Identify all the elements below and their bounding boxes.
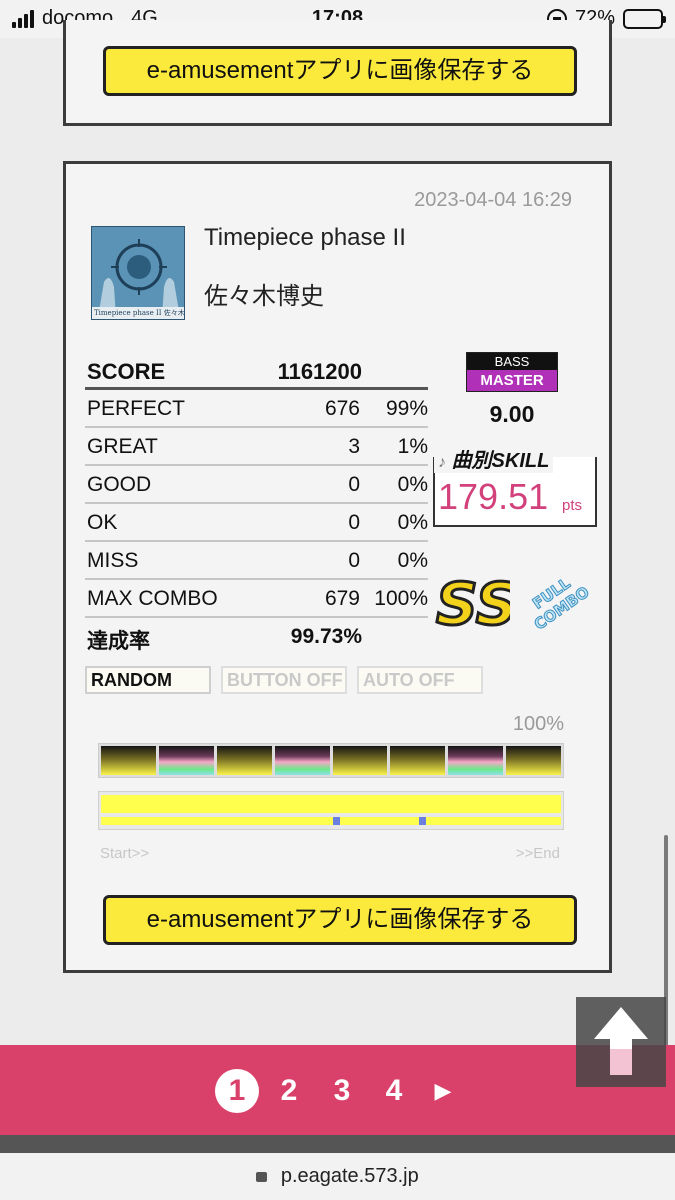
jacket-caption: Timepiece phase II 佐々木博史 [94, 309, 185, 317]
judgement-count: 676 [324, 397, 360, 420]
judgement-label: OK [87, 511, 118, 534]
next-page-button[interactable]: ▶ [421, 1069, 465, 1113]
section-performance-bar [98, 743, 564, 778]
judgement-percent: 99% [385, 397, 428, 420]
judgement-row-max-combo: MAX COMBO 679 100% [85, 580, 428, 618]
lock-icon [256, 1171, 268, 1182]
save-image-button[interactable]: e-amusementアプリに画像保存する [103, 46, 577, 96]
judgement-row-perfect: PERFECT 676 99% [85, 390, 428, 428]
song-jacket-image: Timepiece phase II 佐々木博史 [91, 226, 185, 320]
achievement-value: 99.73% [290, 625, 362, 648]
section-segment [101, 746, 156, 775]
section-segment [506, 746, 561, 775]
scroll-to-top-button[interactable] [576, 997, 666, 1087]
section-segment [216, 746, 272, 775]
score-label: SCORE [87, 359, 166, 384]
address-bar[interactable]: p.eagate.573.jp [0, 1153, 675, 1200]
section-segment [158, 746, 214, 775]
start-label: Start>> [100, 845, 150, 862]
judgement-count: 0 [348, 511, 360, 534]
arrow-up-icon [594, 1007, 648, 1075]
judgement-percent: 0% [397, 511, 428, 534]
part-label: BASS [467, 353, 557, 370]
divider-strip [0, 1135, 675, 1153]
song-title: Timepiece phase II [204, 224, 406, 251]
judgement-count: 0 [348, 473, 360, 496]
section-segment [274, 746, 330, 775]
url-text: p.eagate.573.jp [280, 1165, 419, 1187]
judgement-label: MAX COMBO [87, 587, 218, 610]
battery-icon [623, 8, 666, 29]
section-segment [448, 746, 504, 775]
score-row: SCORE 1161200 [85, 352, 428, 390]
judgement-row-ok: OK 0 0% [85, 504, 428, 542]
achievement-row: 達成率 99.73% [85, 618, 428, 656]
score-value: 1161200 [277, 359, 362, 384]
judgement-label: MISS [87, 549, 139, 572]
progress-fill [101, 795, 561, 813]
play-date: 2023-04-04 16:29 [414, 189, 572, 211]
option-auto-off: AUTO OFF [357, 666, 483, 694]
achievement-label: 達成率 [87, 630, 150, 653]
song-artist: 佐々木博史 [204, 283, 324, 310]
judgement-count: 0 [348, 549, 360, 572]
rank-ss-icon: SS [435, 569, 511, 635]
option-random: RANDOM [85, 666, 211, 694]
progress-bar [98, 791, 564, 830]
option-button-off: BUTTON OFF [221, 666, 347, 694]
stats-table: SCORE 1161200 PERFECT 676 99% GREAT 3 1%… [85, 352, 428, 656]
save-image-button[interactable]: e-amusementアプリに画像保存する [103, 895, 577, 945]
progress-percent: 100% [512, 713, 564, 735]
page-2-button[interactable]: 2 [267, 1069, 311, 1113]
full-combo-icon: FULL COMBO [529, 573, 591, 631]
jacket-art [92, 227, 184, 319]
progress-marker [333, 817, 340, 825]
judgement-label: PERFECT [87, 397, 186, 420]
judgement-row-miss: MISS 0 0% [85, 542, 428, 580]
difficulty-badge: BASS MASTER [466, 352, 558, 392]
judgement-percent: 1% [397, 435, 428, 458]
rank-text: SS [436, 570, 510, 634]
judgement-row-good: GOOD 0 0% [85, 466, 428, 504]
guitar-icon: ♪ [438, 454, 446, 471]
section-segment [332, 746, 388, 775]
section-segment [390, 746, 446, 775]
level-value: 9.00 [489, 401, 535, 427]
progress-fill-lower [101, 817, 561, 825]
page-3-button[interactable]: 3 [320, 1069, 364, 1113]
skill-label-text: 曲別SKILL [451, 450, 550, 472]
judgement-count: 679 [324, 587, 360, 610]
previous-result-card: e-amusementアプリに画像保存する [63, 20, 612, 126]
page-1-button[interactable]: 1 [215, 1069, 259, 1113]
skill-value: 179.51 [438, 476, 549, 517]
skill-unit: pts [562, 497, 583, 514]
difficulty-label: MASTER [467, 370, 557, 391]
judgement-percent: 0% [397, 549, 428, 572]
judgement-percent: 0% [397, 473, 428, 496]
judgement-count: 3 [348, 435, 360, 458]
result-card: 2023-04-04 16:29 Timepiece phase II 佐々木博… [63, 161, 612, 973]
progress-marker [419, 817, 426, 825]
judgement-row-great: GREAT 3 1% [85, 428, 428, 466]
skill-label: ♪ 曲別SKILL [434, 444, 554, 473]
pagination-bar: 1 2 3 4 ▶ [0, 1045, 675, 1135]
end-label: >>End [515, 845, 560, 862]
judgement-label: GREAT [87, 435, 158, 458]
page-4-button[interactable]: 4 [372, 1069, 416, 1113]
judgement-percent: 100% [374, 587, 428, 610]
judgement-label: GOOD [87, 473, 152, 496]
